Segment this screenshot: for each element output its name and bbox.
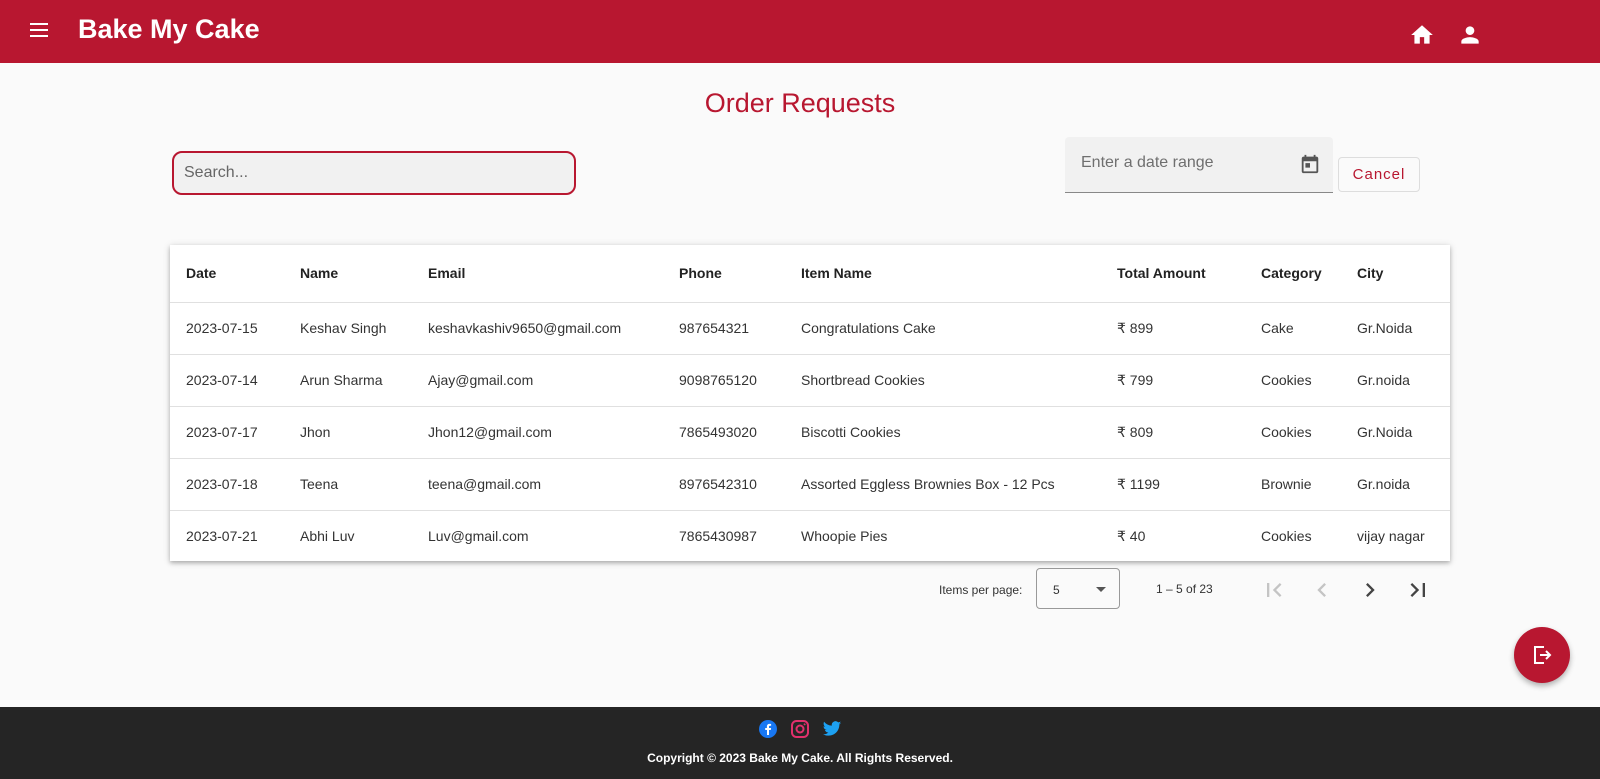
cell-date: 2023-07-17: [186, 424, 258, 440]
cell-phone: 987654321: [679, 320, 750, 336]
cell-total-amount: ₹ 1199: [1117, 475, 1160, 492]
chevron-down-icon: [1096, 587, 1106, 592]
cell-email: Ajay@gmail.com: [428, 372, 534, 388]
cell-category: Cookies: [1261, 424, 1312, 440]
footer: Copyright © 2023 Bake My Cake. All Right…: [0, 707, 1600, 779]
brand-title[interactable]: Bake My Cake: [78, 14, 260, 45]
cell-city: Gr.Noida: [1357, 320, 1413, 336]
orders-table-card: Date Name Email Phone Item Name Total Am…: [170, 245, 1450, 561]
menu-icon[interactable]: [26, 19, 52, 45]
orders-table: Date Name Email Phone Item Name Total Am…: [170, 245, 1450, 562]
paginator: Items per page: 5 1 – 5 of 23: [0, 568, 1600, 612]
cell-category: Cookies: [1261, 372, 1312, 388]
page-range-label: 1 – 5 of 23: [1156, 582, 1213, 596]
cell-city: Gr.noida: [1357, 372, 1410, 388]
column-header-date[interactable]: Date: [170, 245, 284, 302]
facebook-icon[interactable]: [758, 719, 778, 739]
cell-phone: 9098765120: [679, 372, 757, 388]
cell-name: Arun Sharma: [300, 372, 383, 388]
table-header-row: Date Name Email Phone Item Name Total Am…: [170, 245, 1450, 302]
cell-item-name: Biscotti Cookies: [801, 424, 901, 440]
cell-item-name: Congratulations Cake: [801, 320, 936, 336]
column-header-item-name[interactable]: Item Name: [785, 245, 1101, 302]
table-row[interactable]: 2023-07-15 Keshav Singh keshavkashiv9650…: [170, 302, 1450, 354]
items-per-page-select[interactable]: 5: [1036, 568, 1120, 609]
cell-name: Keshav Singh: [300, 320, 387, 336]
cell-item-name: Assorted Eggless Brownies Box - 12 Pcs: [801, 476, 1055, 492]
cell-name: Teena: [300, 476, 339, 492]
cell-city: Gr.noida: [1357, 476, 1410, 492]
items-per-page-label: Items per page:: [939, 583, 1023, 597]
first-page-icon[interactable]: [1260, 576, 1288, 604]
cell-email: teena@gmail.com: [428, 476, 542, 492]
date-range-field: [1065, 137, 1333, 193]
table-row[interactable]: 2023-07-21 Abhi Luv Luv@gmail.com 786543…: [170, 510, 1450, 562]
cell-item-name: Whoopie Pies: [801, 528, 888, 545]
next-page-icon[interactable]: [1356, 576, 1384, 604]
cell-phone: 7865430987: [679, 528, 757, 545]
copyright-text: Copyright © 2023 Bake My Cake. All Right…: [647, 751, 953, 765]
last-page-icon[interactable]: [1404, 576, 1432, 604]
cell-total-amount: ₹ 809: [1117, 423, 1154, 440]
person-icon[interactable]: [1457, 22, 1483, 48]
cancel-button[interactable]: Cancel: [1338, 157, 1420, 192]
items-per-page-value: 5: [1053, 583, 1060, 597]
cell-date: 2023-07-18: [186, 476, 258, 492]
logout-button[interactable]: [1514, 627, 1570, 683]
column-header-total-amount[interactable]: Total Amount: [1101, 245, 1245, 302]
date-range-input[interactable]: [1081, 151, 1291, 175]
previous-page-icon[interactable]: [1308, 576, 1336, 604]
cell-email: keshavkashiv9650@gmail.com: [428, 320, 622, 336]
cell-phone: 8976542310: [679, 476, 757, 492]
search-field: [172, 151, 576, 195]
cell-total-amount: ₹ 40: [1117, 527, 1146, 544]
search-input[interactable]: [174, 153, 574, 193]
cell-name: Abhi Luv: [300, 528, 355, 545]
column-header-category[interactable]: Category: [1245, 245, 1341, 302]
cell-item-name: Shortbread Cookies: [801, 372, 925, 388]
column-header-phone[interactable]: Phone: [663, 245, 785, 302]
home-icon[interactable]: [1409, 22, 1435, 48]
table-row[interactable]: 2023-07-14 Arun Sharma Ajay@gmail.com 90…: [170, 354, 1450, 406]
cell-category: Cookies: [1261, 528, 1312, 545]
column-header-city[interactable]: City: [1341, 245, 1450, 302]
twitter-icon[interactable]: [822, 719, 842, 739]
cell-name: Jhon: [300, 424, 331, 440]
instagram-icon[interactable]: [790, 719, 810, 739]
table-row[interactable]: 2023-07-18 Teena teena@gmail.com 8976542…: [170, 458, 1450, 510]
cell-phone: 7865493020: [679, 424, 757, 440]
cell-email: Jhon12@gmail.com: [428, 424, 552, 440]
cell-category: Cake: [1261, 320, 1294, 336]
top-toolbar: Bake My Cake: [0, 0, 1600, 63]
cell-category: Brownie: [1261, 476, 1312, 492]
cell-date: 2023-07-14: [186, 372, 258, 388]
column-header-email[interactable]: Email: [412, 245, 663, 302]
page-title: Order Requests: [704, 88, 896, 118]
cell-total-amount: ₹ 899: [1117, 319, 1154, 336]
calendar-icon[interactable]: [1299, 153, 1321, 175]
cell-date: 2023-07-21: [186, 528, 258, 545]
cell-city: vijay nagar: [1357, 528, 1425, 545]
table-row[interactable]: 2023-07-17 Jhon Jhon12@gmail.com 7865493…: [170, 406, 1450, 458]
cell-city: Gr.Noida: [1357, 424, 1413, 440]
cell-email: Luv@gmail.com: [428, 528, 529, 545]
column-header-name[interactable]: Name: [284, 245, 412, 302]
cell-total-amount: ₹ 799: [1117, 371, 1154, 388]
cell-date: 2023-07-15: [186, 320, 258, 336]
logout-icon: [1534, 646, 1552, 664]
